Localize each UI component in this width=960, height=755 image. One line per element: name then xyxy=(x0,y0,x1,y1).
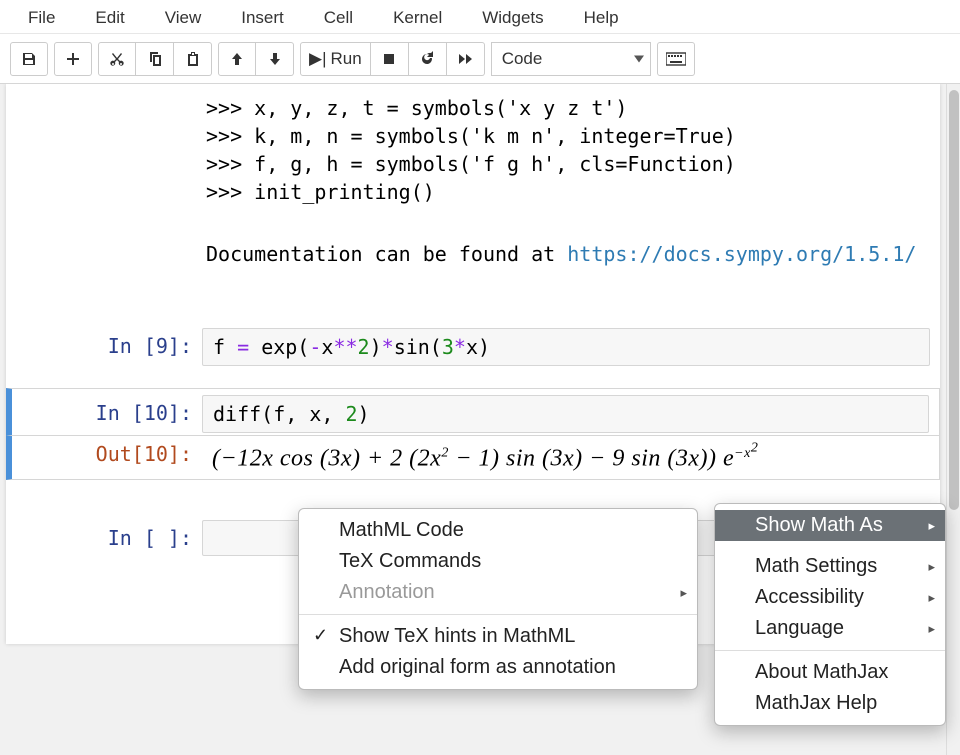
intro-line-1: >>> k, m, n = symbols('k m n', integer=T… xyxy=(206,122,940,150)
tok: = xyxy=(237,335,261,359)
prompt-empty: In [ ]: xyxy=(24,520,202,550)
submenu-mathml-code[interactable]: MathML Code xyxy=(299,515,697,546)
math-output-10[interactable]: (−12x cos (3x) + 2 (2x2 − 1) sin (3x) − … xyxy=(202,436,758,473)
intro-line-3: >>> init_printing() xyxy=(206,178,940,206)
tok: x xyxy=(466,335,478,359)
mathjax-menu: Show Math As Math Settings Accessibility… xyxy=(714,503,946,726)
intro-output: >>> x, y, z, t = symbols('x y z t') >>> … xyxy=(6,84,940,206)
menu-help[interactable]: Help xyxy=(564,2,639,34)
clipboard-icon xyxy=(185,51,201,67)
copy-icon xyxy=(147,51,163,67)
submenu-tex-commands[interactable]: TeX Commands xyxy=(299,546,697,577)
paste-button[interactable] xyxy=(174,42,212,76)
tok: - xyxy=(309,335,321,359)
tok: diff(f, x, xyxy=(213,402,345,426)
intro-line-2: >>> f, g, h = symbols('f g h', cls=Funct… xyxy=(206,150,940,178)
submenu-add-original-form[interactable]: Add original form as annotation xyxy=(299,652,697,683)
save-button[interactable] xyxy=(10,42,48,76)
run-button[interactable]: ▶| Run xyxy=(300,42,371,76)
cut-button[interactable] xyxy=(98,42,136,76)
celltype-select[interactable]: Code xyxy=(491,42,651,76)
menu-show-math-as[interactable]: Show Math As xyxy=(715,510,945,541)
insert-cell-button[interactable] xyxy=(54,42,92,76)
code-in-9[interactable]: f = exp(-x**2)*sin(3*x) xyxy=(202,328,930,366)
tok: ** xyxy=(333,335,357,359)
menubar: File Edit View Insert Cell Kernel Widget… xyxy=(0,0,960,34)
tok: ) xyxy=(370,335,382,359)
fast-forward-icon xyxy=(457,51,473,67)
menu-insert[interactable]: Insert xyxy=(221,2,304,34)
menu-mathjax-help[interactable]: MathJax Help xyxy=(715,688,945,719)
tok: 2 xyxy=(358,335,370,359)
menu-accessibility[interactable]: Accessibility xyxy=(715,582,945,613)
celltype-value: Code xyxy=(502,49,543,69)
scrollbar[interactable] xyxy=(946,84,960,755)
doc-link[interactable]: https://docs.sympy.org/1.5.1/ xyxy=(567,242,916,266)
menu-widgets[interactable]: Widgets xyxy=(462,2,563,34)
menu-math-settings[interactable]: Math Settings xyxy=(715,551,945,582)
menu-view[interactable]: View xyxy=(145,2,222,34)
intro-line-0: >>> x, y, z, t = symbols('x y z t') xyxy=(206,94,940,122)
tok: f xyxy=(213,335,237,359)
move-up-button[interactable] xyxy=(218,42,256,76)
menu-kernel[interactable]: Kernel xyxy=(373,2,462,34)
command-palette-button[interactable] xyxy=(657,42,695,76)
menu-language[interactable]: Language xyxy=(715,613,945,644)
tok: exp( xyxy=(261,335,309,359)
copy-button[interactable] xyxy=(136,42,174,76)
plus-icon xyxy=(65,51,81,67)
cell-in-9[interactable]: In [9]: f = exp(-x**2)*sin(3*x) xyxy=(6,322,940,372)
arrow-down-icon xyxy=(267,51,283,67)
menu-file[interactable]: File xyxy=(8,2,75,34)
stop-icon xyxy=(381,51,397,67)
arrow-up-icon xyxy=(229,51,245,67)
interrupt-button[interactable] xyxy=(371,42,409,76)
tok: ) xyxy=(478,335,490,359)
cell-out-10: Out[10]: (−12x cos (3x) + 2 (2x2 − 1) si… xyxy=(6,436,940,480)
menu-about-mathjax[interactable]: About MathJax xyxy=(715,657,945,688)
refresh-icon xyxy=(419,51,435,67)
code-in-10[interactable]: diff(f, x, 2) xyxy=(202,395,929,433)
scissors-icon xyxy=(109,51,125,67)
keyboard-icon xyxy=(666,51,686,67)
tok: * xyxy=(454,335,466,359)
tok: ) xyxy=(358,402,370,426)
submenu-separator xyxy=(299,614,697,615)
tok: 3 xyxy=(442,335,454,359)
scroll-thumb[interactable] xyxy=(949,90,959,510)
run-label: Run xyxy=(331,49,362,69)
tok: x xyxy=(321,335,333,359)
tok: sin( xyxy=(394,335,442,359)
restart-run-all-button[interactable] xyxy=(447,42,485,76)
submenu-show-tex-hints[interactable]: Show TeX hints in MathML xyxy=(299,621,697,652)
doc-label: Documentation can be found at xyxy=(206,242,567,266)
menu-separator xyxy=(715,650,945,651)
submenu-annotation: Annotation xyxy=(299,577,697,608)
menu-cell[interactable]: Cell xyxy=(304,2,373,34)
tok: 2 xyxy=(345,402,357,426)
toolbar: ▶| Run Code xyxy=(0,34,960,84)
prompt-in-9: In [9]: xyxy=(24,328,202,358)
prompt-in-10: In [10]: xyxy=(24,395,202,425)
cell-in-10[interactable]: In [10]: diff(f, x, 2) xyxy=(6,388,940,436)
intro-docline: Documentation can be found at https://do… xyxy=(6,206,940,268)
run-icon: ▶| xyxy=(309,49,327,69)
tok: * xyxy=(382,335,394,359)
restart-button[interactable] xyxy=(409,42,447,76)
prompt-out-10: Out[10]: xyxy=(24,436,202,466)
move-down-button[interactable] xyxy=(256,42,294,76)
mathjax-submenu: MathML Code TeX Commands Annotation Show… xyxy=(298,508,698,690)
save-icon xyxy=(21,51,37,67)
menu-edit[interactable]: Edit xyxy=(75,2,144,34)
